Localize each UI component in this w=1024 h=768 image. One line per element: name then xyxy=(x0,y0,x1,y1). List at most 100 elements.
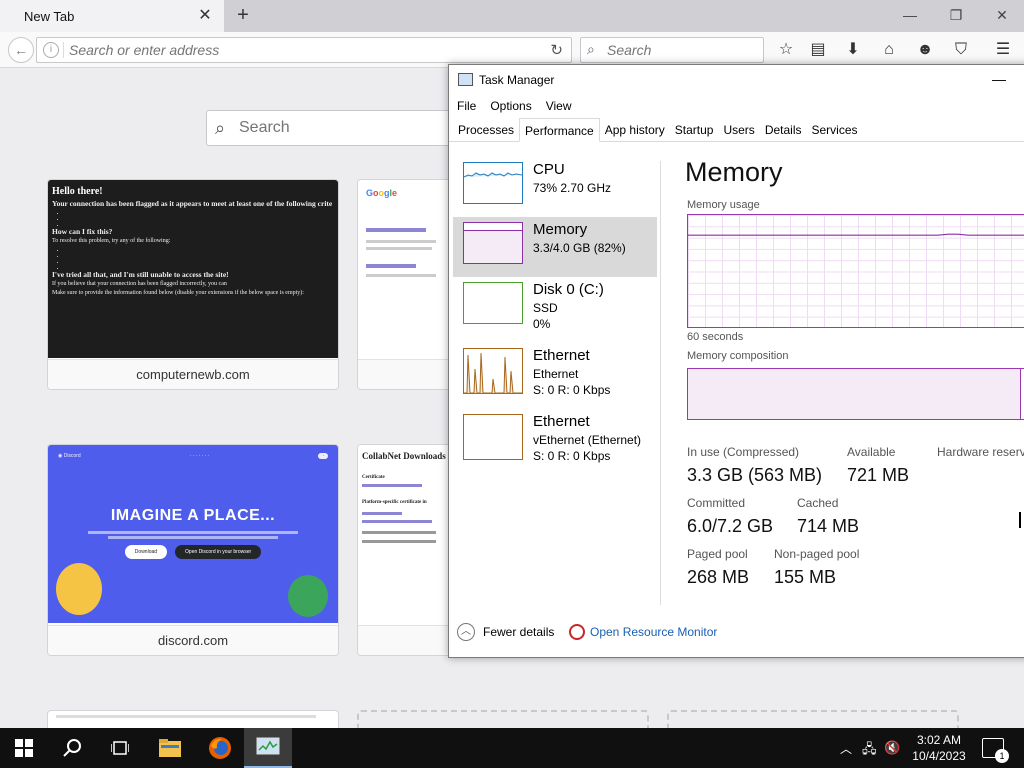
reload-icon[interactable]: ↻ xyxy=(550,41,563,59)
url-bar[interactable]: i ↻ xyxy=(36,37,572,63)
search-bar[interactable]: ⌕ xyxy=(580,37,764,63)
minimize-icon[interactable]: — xyxy=(989,71,1009,89)
resource-detail: S: 0 R: 0 Kbps xyxy=(533,449,611,463)
pocket-icon[interactable]: ⛉ xyxy=(951,40,971,60)
clock-time: 3:02 AM xyxy=(916,733,962,747)
in-use-label: In use (Compressed) xyxy=(687,445,800,459)
cpu-graph-thumbnail xyxy=(463,162,523,204)
chat-icon[interactable]: ☻ xyxy=(915,40,935,60)
search-input[interactable] xyxy=(607,41,757,59)
resource-detail: vEthernet (Ethernet) xyxy=(533,433,642,447)
thumb-illustration xyxy=(56,563,102,615)
thumb-list xyxy=(66,246,334,270)
thumb-text: Make sure to provide the information fou… xyxy=(52,290,304,296)
system-clock[interactable]: 3:02 AM 10/4/2023 xyxy=(906,732,972,764)
resource-item-vethernet[interactable]: Ethernet vEthernet (Ethernet) S: 0 R: 0 … xyxy=(453,409,657,473)
menu-options[interactable]: Options xyxy=(490,95,539,117)
thumb-headline: IMAGINE A PLACE... xyxy=(110,507,276,524)
window-minimize-icon[interactable]: — xyxy=(896,4,924,26)
tab-details[interactable]: Details xyxy=(760,118,807,142)
search-button[interactable] xyxy=(48,728,96,768)
thumb-text: Your connection has been flagged as it a… xyxy=(52,199,333,208)
newtab-search-box[interactable]: ⌕ xyxy=(206,110,466,146)
top-site-tile[interactable]: ◉ Discord · · · · · · · · IMAGINE A PLACE.… xyxy=(47,444,339,656)
task-manager-icon xyxy=(458,73,473,86)
resource-name: CPU xyxy=(533,161,565,178)
memory-composition-label: Memory composition xyxy=(687,350,789,362)
firefox-icon xyxy=(209,737,231,759)
task-manager-taskbar-button[interactable] xyxy=(244,728,292,768)
newtab-search-input[interactable] xyxy=(239,119,439,137)
chevron-up-icon[interactable]: ︿ xyxy=(840,740,852,757)
thumb-heading: Hello there! xyxy=(52,186,103,197)
tab-bar: Processes Performance App history Startu… xyxy=(449,118,1024,142)
tab-performance[interactable]: Performance xyxy=(519,118,600,142)
tab-new-tab[interactable]: New Tab ✕ xyxy=(0,0,224,32)
back-arrow-icon[interactable]: ← xyxy=(8,37,34,63)
resource-detail: Ethernet xyxy=(533,367,579,381)
task-manager-titlebar[interactable]: Task Manager — xyxy=(449,65,1024,95)
menu-view[interactable]: View xyxy=(546,95,580,117)
thumb-nav: ◉ Discord · · · · · · · · xyxy=(48,445,338,467)
thumb-illustration xyxy=(288,575,328,617)
network-icon[interactable]: 🖧 xyxy=(862,740,877,762)
resource-name: Disk 0 (C:) xyxy=(533,281,604,298)
url-input[interactable] xyxy=(69,41,529,59)
tab-users[interactable]: Users xyxy=(718,118,759,142)
tab-startup[interactable]: Startup xyxy=(670,118,719,142)
vethernet-graph-thumbnail xyxy=(463,414,523,460)
fewer-details-link[interactable]: Fewer details xyxy=(483,625,554,639)
tab-services[interactable]: Services xyxy=(807,118,863,142)
action-center-icon[interactable]: 1 xyxy=(982,738,1009,763)
menu-file[interactable]: File xyxy=(457,95,484,117)
url-separator xyxy=(63,42,64,58)
start-button[interactable] xyxy=(0,728,48,768)
close-tab-icon[interactable]: ✕ xyxy=(196,7,214,25)
memory-panel: Memory Memory usage 60 seconds Memory co… xyxy=(685,157,1024,607)
home-icon[interactable]: ⌂ xyxy=(879,40,899,60)
window-close-icon[interactable]: ✕ xyxy=(988,4,1016,26)
window-restore-icon[interactable]: ❐ xyxy=(942,4,970,26)
paged-pool-label: Paged pool xyxy=(687,547,748,561)
bookmark-star-icon[interactable]: ☆ xyxy=(776,40,796,60)
memory-composition-bar xyxy=(687,368,1024,420)
tile-thumbnail xyxy=(48,711,338,722)
search-icon: ⌕ xyxy=(215,118,226,138)
thumb-download-button: Download xyxy=(124,545,168,559)
new-tab-plus-icon[interactable]: + xyxy=(232,4,254,26)
graph-time-label: 60 seconds xyxy=(687,331,744,343)
hardware-reserved-label: Hardware reserve xyxy=(937,445,1024,459)
tab-processes[interactable]: Processes xyxy=(453,118,519,142)
resource-name: Ethernet xyxy=(533,413,590,430)
tile-label: discord.com xyxy=(48,625,338,655)
info-icon[interactable]: i xyxy=(43,42,59,58)
window-title: Task Manager xyxy=(479,73,555,87)
open-resource-monitor-link[interactable]: Open Resource Monitor xyxy=(590,625,717,639)
tile-label: computernewb.com xyxy=(48,359,338,389)
ethernet-graph-thumbnail xyxy=(463,348,523,394)
resource-item-cpu[interactable]: CPU 73% 2.70 GHz xyxy=(453,157,657,217)
resource-item-ethernet[interactable]: Ethernet Ethernet S: 0 R: 0 Kbps xyxy=(453,343,657,407)
paged-pool-value: 268 MB xyxy=(687,567,750,587)
hamburger-menu-icon[interactable]: ☰ xyxy=(993,40,1013,60)
chevron-up-icon[interactable]: ︿ xyxy=(457,623,475,641)
download-icon[interactable]: ⬇ xyxy=(843,40,863,60)
thumb-text: How can I fix this? xyxy=(52,227,113,236)
folder-icon xyxy=(159,739,181,757)
windows-logo-icon xyxy=(15,739,33,757)
resource-monitor-icon xyxy=(569,624,585,640)
top-site-tile[interactable]: Hello there! Your connection has been fl… xyxy=(47,179,339,390)
resource-item-disk[interactable]: Disk 0 (C:) SSD 0% xyxy=(453,277,657,341)
thumb-text: I've tried all that, and I'm still unabl… xyxy=(52,270,229,279)
volume-muted-icon[interactable]: 🔇 xyxy=(884,740,900,756)
file-explorer-button[interactable] xyxy=(146,728,194,768)
memory-usage-graph xyxy=(687,214,1024,328)
resource-item-memory[interactable]: Memory 3.3/4.0 GB (82%) xyxy=(453,217,657,277)
firefox-button[interactable] xyxy=(196,728,244,768)
cached-value: 714 MB xyxy=(797,516,860,536)
task-view-button[interactable] xyxy=(96,728,144,768)
task-manager-window: Task Manager — File Options View Process… xyxy=(448,64,1024,658)
tab-app-history[interactable]: App history xyxy=(600,118,670,142)
task-view-icon xyxy=(111,741,129,755)
reading-list-icon[interactable]: ▤ xyxy=(808,40,828,60)
